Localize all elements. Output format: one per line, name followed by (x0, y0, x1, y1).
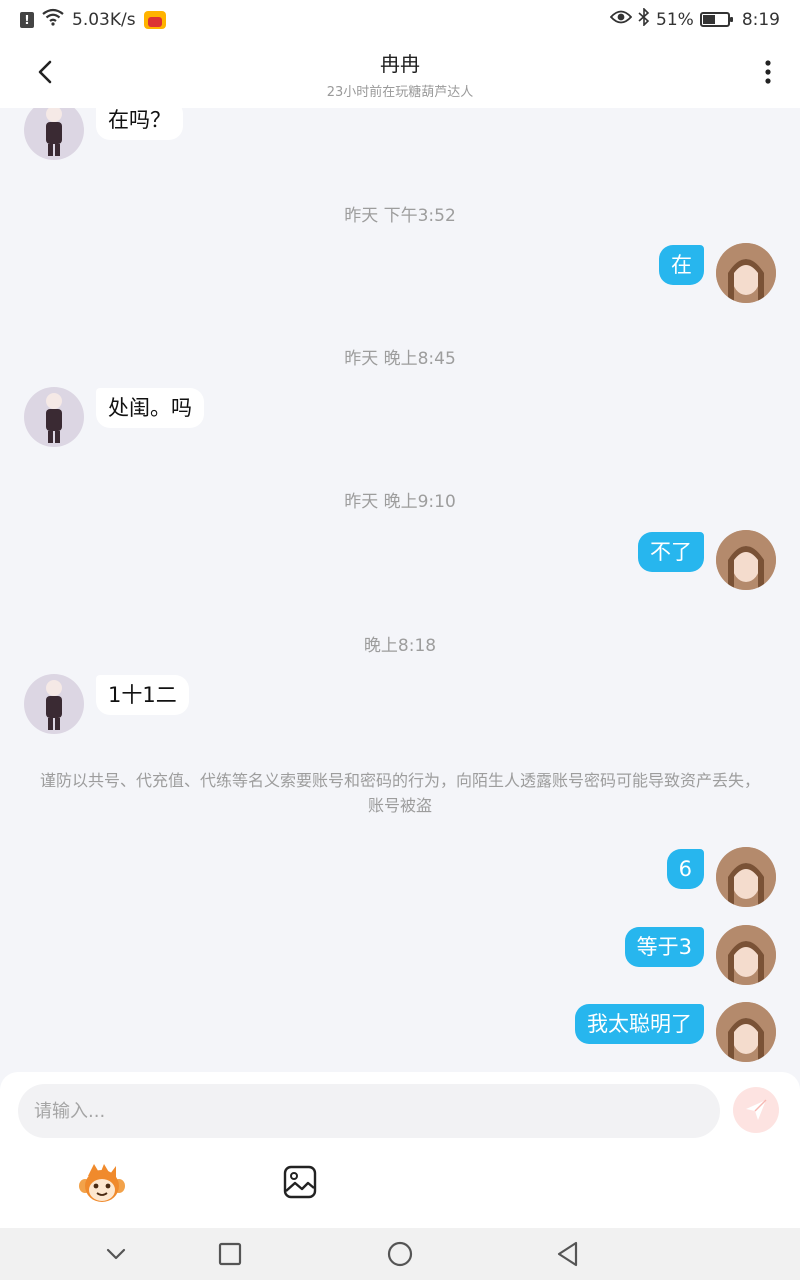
triangle-back-icon (557, 1241, 578, 1267)
circle-icon (387, 1241, 413, 1267)
user-avatar[interactable] (716, 530, 776, 590)
network-speed: 5.03K/s (72, 9, 136, 30)
message-bubble-sent[interactable]: 我太聪明了 (575, 1004, 704, 1044)
message-bubble-sent[interactable]: 不了 (638, 532, 704, 572)
input-panel (0, 1072, 800, 1228)
contact-avatar[interactable] (24, 387, 84, 447)
chat-title: 冉冉 (380, 52, 420, 76)
message-timestamp: 晚上8:18 (363, 636, 437, 656)
message-bubble-sent[interactable]: 等于3 (624, 927, 704, 967)
message-bubble-sent[interactable]: 6 (666, 849, 704, 889)
more-vertical-icon (765, 60, 771, 84)
wifi-icon (42, 8, 64, 31)
send-icon (746, 1099, 767, 1120)
alert-icon: ! (20, 11, 34, 28)
status-time: 8:19 (741, 9, 780, 30)
message-list[interactable]: 在吗？ 昨天 下午3:52 在 昨天 晚上8:45 处闺。吗 昨天 晚上9:10… (0, 108, 800, 1072)
battery-percent: 51% (656, 9, 694, 30)
nav-hide-keyboard-button[interactable] (102, 1240, 130, 1268)
message-timestamp: 昨天 晚上9:10 (344, 492, 456, 512)
contact-avatar[interactable] (24, 108, 84, 160)
nav-back-button[interactable] (554, 1240, 582, 1268)
user-avatar[interactable] (716, 1002, 776, 1062)
image-icon (283, 1165, 317, 1199)
monkey-emoji-icon (79, 1164, 125, 1202)
emoji-button[interactable] (78, 1162, 126, 1204)
message-bubble-received[interactable]: 处闺。吗 (96, 388, 204, 428)
battery-icon (699, 12, 733, 27)
user-avatar[interactable] (716, 925, 776, 985)
square-icon (218, 1242, 242, 1266)
user-avatar[interactable] (716, 243, 776, 303)
chat-subtitle: 23小时前在玩糖葫芦达人 (326, 85, 474, 100)
send-button[interactable] (733, 1087, 779, 1133)
bluetooth-icon (638, 7, 650, 31)
app-notification-icon (143, 10, 166, 29)
status-bar: ! 5.03K/s 51% 8:19 (0, 0, 800, 38)
user-avatar[interactable] (716, 847, 776, 907)
message-bubble-sent[interactable]: 在 (659, 245, 704, 285)
eye-icon (609, 9, 633, 30)
security-notice: 谨防以共号、代充值、代练等名义索要账号和密码的行为，向陌生人透露账号密码可能导致… (40, 771, 761, 815)
chat-header: 冉冉 23小时前在玩糖葫芦达人 (0, 38, 800, 108)
message-timestamp: 昨天 下午3:52 (344, 206, 456, 226)
message-bubble-received[interactable]: 1十1二 (96, 675, 189, 715)
nav-home-button[interactable] (386, 1240, 414, 1268)
message-bubble-received[interactable]: 在吗？ (96, 108, 183, 140)
system-navigation-bar (0, 1228, 800, 1280)
message-input[interactable] (18, 1084, 720, 1138)
nav-recents-button[interactable] (216, 1240, 244, 1268)
chevron-down-icon (106, 1248, 126, 1260)
message-timestamp: 昨天 晚上8:45 (344, 349, 456, 369)
contact-avatar[interactable] (24, 674, 84, 734)
image-picker-button[interactable] (282, 1164, 318, 1200)
more-options-button[interactable] (760, 56, 776, 90)
